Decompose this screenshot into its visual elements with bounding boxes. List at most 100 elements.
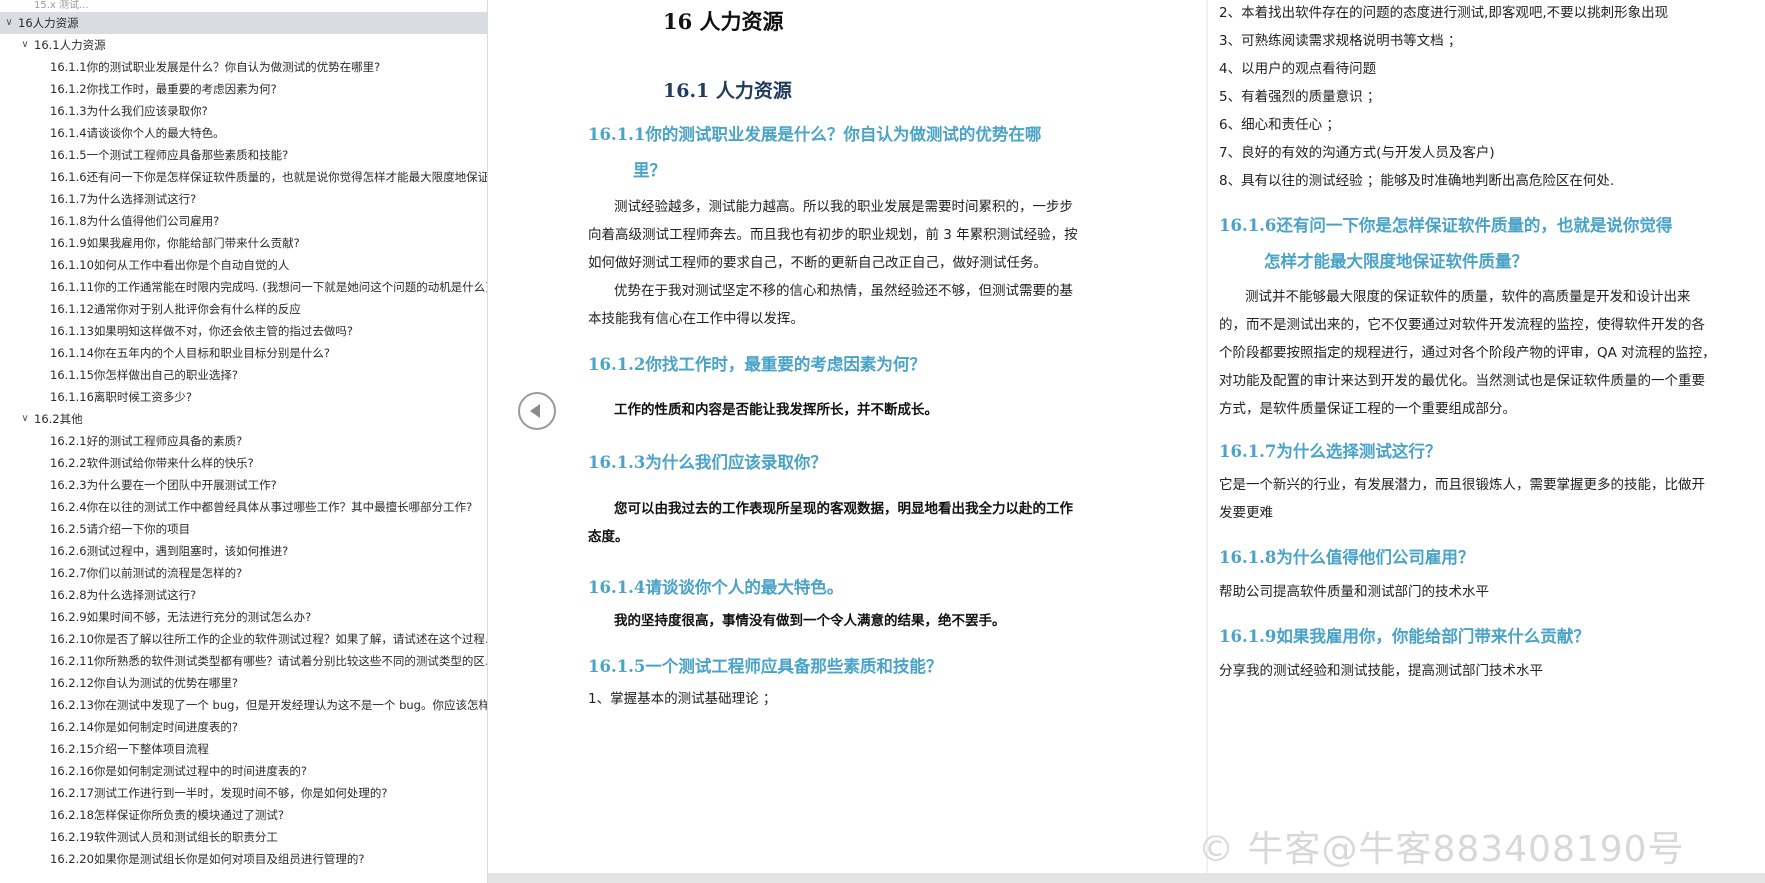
paragraph-line: 方式，是软件质量保证工程的一个重要组成部分。 — [1219, 401, 1516, 417]
outline-item[interactable]: 16.1.8为什么值得他们公司雇用? — [0, 210, 487, 232]
outline-item-label: 16.2.4你在以往的测试工作中都曾经具体从事过哪些工作？其中最擅长哪部分工作? — [50, 500, 473, 514]
outline-item-cut[interactable]: 15.x 测试... — [0, 0, 487, 12]
watermark: © 牛客@牛客883408190号 — [1198, 829, 1685, 870]
paragraph-line: 本技能我有信心在工作中得以发挥。 — [588, 311, 804, 327]
outline-section[interactable]: ∨ 16人力资源 — [0, 12, 487, 34]
outline-item[interactable]: 16.2.15介绍一下整体项目流程 — [0, 738, 487, 760]
outline-item-label: 16.1.13如果明知这样做不对，你还会依主管的指过去做吗? — [50, 324, 353, 338]
outline-item[interactable]: 16.1.1你的测试职业发展是什么？你自认为做测试的优势在哪里? — [0, 56, 487, 78]
paragraph-line: 测试并不能够最大限度的保证软件的质量，软件的高质量是开发和设计出来 — [1245, 289, 1691, 305]
chevron-down-icon[interactable]: ∨ — [18, 408, 32, 430]
outline-item[interactable]: 16.1.14你在五年内的个人目标和职业目标分别是什么? — [0, 342, 487, 364]
outline-item[interactable]: 16.2.9如果时间不够，无法进行充分的测试怎么办? — [0, 606, 487, 628]
outline-item-label: 16.1.11你的工作通常能在时限内完成吗. (我想问一下就是她问这个问题的动机… — [50, 280, 488, 294]
outline-item[interactable]: 16.2.7你们以前测试的流程是怎样的? — [0, 562, 487, 584]
question-heading: 16.1.2你找工作时，最重要的考虑因素为何？ — [588, 355, 926, 374]
outline-item-label: 16.2.14你是如何制定时间进度表的? — [50, 720, 238, 734]
section-heading: 16.1 人力资源 — [663, 80, 792, 102]
outline-item[interactable]: 16.2.6测试过程中，遇到阻塞时，该如何推进? — [0, 540, 487, 562]
prev-page-button[interactable] — [518, 392, 556, 430]
outline-item[interactable]: 16.2.16你是如何制定测试过程中的时间进度表的? — [0, 760, 487, 782]
outline-item[interactable]: 16.2.3为什么要在一个团队中开展测试工作? — [0, 474, 487, 496]
list-item: 8、具有以往的测试经验 ；能够及时准确地判断出高危险区在何处. — [1219, 173, 1615, 189]
question-heading: 16.1.9如果我雇用你，你能给部门带来什么贡献？ — [1219, 627, 1590, 646]
outline-item[interactable]: 16.2.5请介绍一下你的项目 — [0, 518, 487, 540]
question-heading: 16.1.7为什么选择测试这行？ — [1219, 442, 1442, 461]
outline-item[interactable]: 16.2.11你所熟悉的软件测试类型都有哪些？请试着分别比较这些不同的测试类型的… — [0, 650, 488, 672]
outline-item-label: 16.1.2你找工作时，最重要的考虑因素为何? — [50, 82, 277, 96]
paragraph-line: 分享我的测试经验和测试技能，提高测试部门技术水平 — [1219, 663, 1543, 679]
list-item: 6、细心和责任心 ； — [1219, 117, 1340, 133]
chevron-down-icon[interactable]: ∨ — [18, 34, 32, 56]
outline-item-label: 16.2.5请介绍一下你的项目 — [50, 522, 191, 536]
outline-item[interactable]: 16.2.18怎样保证你所负责的模块通过了测试? — [0, 804, 487, 826]
outline-item[interactable]: 16.2.20如果你是测试组长你是如何对项目及组员进行管理的? — [0, 848, 487, 870]
outline-item[interactable]: 16.1.15你怎样做出自己的职业选择? — [0, 364, 487, 386]
outline-item[interactable]: 16.2.19软件测试人员和测试组长的职责分工 — [0, 826, 487, 848]
outline-item[interactable]: 16.2.1好的测试工程师应具备的素质? — [0, 430, 487, 452]
outline-item-label: 16.2.16你是如何制定测试过程中的时间进度表的? — [50, 764, 307, 778]
outline-item-label: 16.2.1好的测试工程师应具备的素质? — [50, 434, 243, 448]
outline-item-label: 16.2.8为什么选择测试这行? — [50, 588, 197, 602]
outline-item-label: 16.1人力资源 — [34, 38, 106, 52]
question-heading-cont: 怎样才能最大限度地保证软件质量？ — [1264, 252, 1528, 271]
outline-item-label: 16.1.9如果我雇用你，你能给部门带来什么贡献? — [50, 236, 300, 250]
outline-item-label: 16.2.19软件测试人员和测试组长的职责分工 — [50, 830, 278, 844]
document-viewer: 16 人力资源 16.1 人力资源 16.1.1你的测试职业发展是什么？你自认为… — [488, 0, 1765, 883]
outline-item[interactable]: 16.1.4请谈谈你个人的最大特色。 — [0, 122, 487, 144]
chapter-title: 16 人力资源 — [663, 9, 784, 34]
list-item: 3、可熟练阅读需求规格说明书等文档 ； — [1219, 33, 1462, 49]
outline-item-label: 16.1.7为什么选择测试这行? — [50, 192, 197, 206]
outline-section[interactable]: ∨ 16.1人力资源 — [0, 34, 487, 56]
outline-item[interactable]: 16.1.6还有问一下你是怎样保证软件质量的，也就是说你觉得怎样才能最大限度地保… — [0, 166, 487, 188]
answer-bold: 态度。 — [588, 529, 629, 545]
paragraph-line: 对功能及配置的审计来达到开发的最优化。当然测试也是保证软件质量的一个重要 — [1219, 373, 1705, 389]
outline-item[interactable]: 16.1.13如果明知这样做不对，你还会依主管的指过去做吗? — [0, 320, 487, 342]
chevron-down-icon[interactable]: ∨ — [2, 12, 16, 34]
paragraph-line: 发要更难 — [1219, 505, 1273, 521]
paragraph-line: 优势在于我对测试坚定不移的信心和热情，虽然经验还不够，但测试需要的基 — [614, 283, 1073, 299]
outline-item[interactable]: 16.2.17测试工作进行到一半时，发现时间不够，你是如何处理的? — [0, 782, 487, 804]
outline-item-label: 16.1.3为什么我们应该录取你? — [50, 104, 208, 118]
list-item: 7、良好的有效的沟通方式(与开发人员及客户) — [1219, 145, 1495, 161]
outline-item-label: 16.2.11你所熟悉的软件测试类型都有哪些？请试着分别比较这些不同的测试类型的… — [50, 654, 488, 668]
paragraph-line: 的，而不是测试出来的，它不仅要通过对软件开发流程的监控，使得软件开发的各 — [1219, 317, 1705, 333]
viewer-bottom-edge — [488, 873, 1765, 883]
outline-item[interactable]: 16.2.10你是否了解以往所工作的企业的软件测试过程？如果了解，请试述在这个过… — [0, 628, 487, 650]
outline-item-label: 16.2.13你在测试中发现了一个 bug，但是开发经理认为这不是一个 bug。… — [50, 698, 488, 712]
outline-item-label: 16.2.12你自认为测试的优势在哪里? — [50, 676, 238, 690]
outline-item-label: 16.2.18怎样保证你所负责的模块通过了测试? — [50, 808, 284, 822]
outline-item[interactable]: 16.1.2你找工作时，最重要的考虑因素为何? — [0, 78, 487, 100]
outline-item[interactable]: 16.1.3为什么我们应该录取你? — [0, 100, 487, 122]
outline-item-label: 16.1.12通常你对于别人批评你会有什么样的反应 — [50, 302, 301, 316]
list-item: 4、以用户的观点看待问题 — [1219, 61, 1377, 77]
outline-section[interactable]: ∨ 16.2其他 — [0, 408, 487, 430]
paragraph-line: 个阶段都要按照指定的规程进行，通过对各个阶段产物的评审，QA 对流程的监控， — [1219, 345, 1716, 361]
outline-item[interactable]: 16.1.11你的工作通常能在时限内完成吗. (我想问一下就是她问这个问题的动机… — [0, 276, 488, 298]
chevron-left-icon — [530, 404, 540, 418]
outline-item-label: 16.1.16离职时候工资多少? — [50, 390, 192, 404]
outline-item[interactable]: 16.2.13你在测试中发现了一个 bug，但是开发经理认为这不是一个 bug。… — [0, 694, 488, 716]
outline-item[interactable]: 16.2.14你是如何制定时间进度表的? — [0, 716, 487, 738]
question-heading: 16.1.1你的测试职业发展是什么？你自认为做测试的优势在哪 — [588, 125, 1042, 144]
outline-item[interactable]: 16.2.12你自认为测试的优势在哪里? — [0, 672, 487, 694]
outline-item[interactable]: 16.1.9如果我雇用你，你能给部门带来什么贡献? — [0, 232, 487, 254]
outline-item-label: 16.1.14你在五年内的个人目标和职业目标分别是什么? — [50, 346, 330, 360]
outline-item[interactable]: 16.1.5一个测试工程师应具备那些素质和技能? — [0, 144, 487, 166]
outline-item[interactable]: 16.2.8为什么选择测试这行? — [0, 584, 487, 606]
outline-item-label: 15.x 测试... — [34, 0, 89, 11]
outline-item-label: 16.2.7你们以前测试的流程是怎样的? — [50, 566, 243, 580]
question-heading: 16.1.5一个测试工程师应具备那些素质和技能？ — [588, 657, 943, 676]
outline-item[interactable]: 16.2.2软件测试给你带来什么样的快乐? — [0, 452, 487, 474]
outline-item-label: 16.2.3为什么要在一个团队中开展测试工作? — [50, 478, 277, 492]
outline-item-label: 16.2.17测试工作进行到一半时，发现时间不够，你是如何处理的? — [50, 786, 388, 800]
outline-item[interactable]: 16.1.16离职时候工资多少? — [0, 386, 487, 408]
outline-item[interactable]: 16.2.4你在以往的测试工作中都曾经具体从事过哪些工作？其中最擅长哪部分工作? — [0, 496, 487, 518]
outline-item[interactable]: 16.1.7为什么选择测试这行? — [0, 188, 487, 210]
outline-item[interactable]: 16.1.10如何从工作中看出你是个自动自觉的人 — [0, 254, 487, 276]
outline-item-label: 16.2.20如果你是测试组长你是如何对项目及组员进行管理的? — [50, 852, 365, 866]
paragraph-line: 如何做好测试工程师的要求自己，不断的更新自己改正自己，做好测试任务。 — [588, 255, 1047, 271]
outline-item[interactable]: 16.1.12通常你对于别人批评你会有什么样的反应 — [0, 298, 487, 320]
outline-item-label: 16.1.4请谈谈你个人的最大特色。 — [50, 126, 225, 140]
question-heading: 16.1.3为什么我们应该录取你？ — [588, 453, 827, 472]
